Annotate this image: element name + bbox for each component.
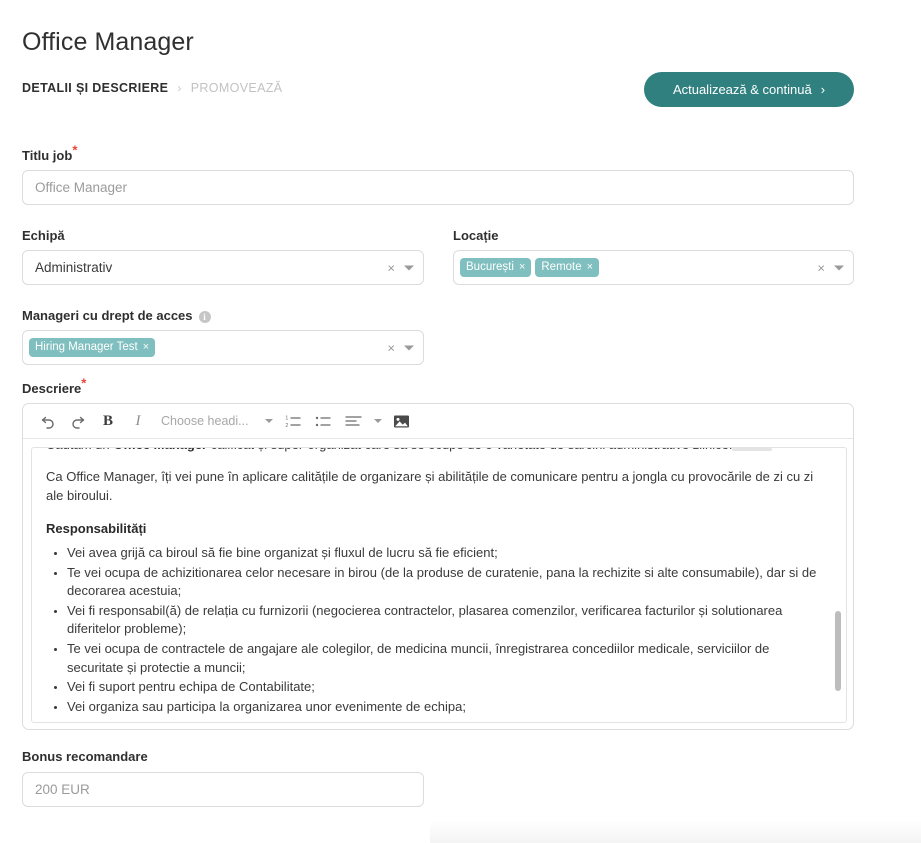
job-title-label-text: Titlu job [22, 148, 73, 163]
managers-tags: Hiring Manager Test × [23, 338, 156, 357]
list-item: Vei fi responsabil(ă) de relația cu furn… [67, 602, 818, 639]
managers-label-text: Manageri cu drept de acces [22, 308, 193, 323]
team-label-text: Echipă [22, 228, 65, 243]
remove-tag-icon[interactable]: × [519, 261, 525, 273]
clear-icon[interactable]: × [387, 341, 395, 354]
svg-text:1: 1 [285, 415, 288, 421]
description-content: Căutăm un Office Manager calificat și su… [32, 448, 832, 717]
clear-icon[interactable]: × [387, 261, 395, 274]
location-label: Locație [453, 228, 499, 243]
required-marker: * [81, 375, 87, 391]
managers-select[interactable]: Hiring Manager Test × × [22, 330, 424, 365]
job-title-label: Titlu job* [22, 144, 77, 163]
responsibilities-list: Vei avea grijă ca biroul să fie bine org… [46, 544, 818, 716]
undo-icon[interactable] [33, 408, 63, 434]
bullet-list-icon[interactable] [309, 408, 339, 434]
remove-tag-icon[interactable]: × [143, 341, 149, 353]
bonus-label: Bonus recomandare [22, 749, 148, 764]
italic-icon[interactable]: I [123, 408, 153, 434]
caret-down-icon[interactable] [404, 265, 414, 270]
team-label: Echipă [22, 228, 65, 243]
location-adornments: × [817, 261, 844, 274]
bonus-label-text: Bonus recomandare [22, 749, 148, 764]
remove-tag-icon[interactable]: × [587, 261, 593, 273]
manager-tag-label: Hiring Manager Test [35, 341, 138, 353]
list-item: Te vei ocupa de achizitionarea celor nec… [67, 564, 818, 601]
update-and-continue-button[interactable]: Actualizează & continuă › [644, 72, 854, 107]
responsibilities-heading: Responsabilități [46, 521, 147, 536]
location-label-text: Locație [453, 228, 499, 243]
breadcrumb: DETALII ȘI DESCRIERE › PROMOVEAZĂ [22, 81, 282, 95]
editor-toolbar: B I Choose headi... 1 2 [23, 404, 853, 439]
managers-label: Manageri cu drept de acces i [22, 308, 211, 323]
image-icon[interactable] [387, 408, 417, 434]
redo-icon[interactable] [63, 408, 93, 434]
para1-bold: Office Manager [113, 448, 207, 452]
info-icon[interactable]: i [198, 310, 211, 323]
list-item: Vei fi suport pentru echipa de Contabili… [67, 678, 818, 697]
location-tag[interactable]: București × [460, 258, 532, 277]
update-and-continue-label: Actualizează & continuă [672, 82, 812, 97]
bonus-placeholder: 200 EUR [35, 782, 90, 797]
list-item: Vei avea grijă ca biroul să fie bine org… [67, 544, 818, 563]
location-select[interactable]: București × Remote × × [453, 250, 854, 285]
description-label: Descriere* [22, 377, 86, 396]
bottom-gradient [430, 820, 921, 843]
list-item: Te vei ocupa de contractele de angajare … [67, 640, 818, 677]
heading-select-label: Choose headi... [161, 414, 249, 428]
bold-icon[interactable]: B [93, 408, 123, 434]
description-content-area[interactable]: Căutăm un Office Manager calificat și su… [31, 447, 847, 723]
chevron-down-icon[interactable] [369, 408, 387, 434]
team-value: Administrativ [35, 260, 113, 275]
breadcrumb-step-promote[interactable]: PROMOVEAZĂ [191, 81, 283, 95]
breadcrumb-step-details[interactable]: DETALII ȘI DESCRIERE [22, 81, 168, 95]
chevron-down-icon [264, 419, 273, 423]
team-adornments: × [387, 261, 414, 274]
svg-text:2: 2 [285, 422, 288, 428]
job-title-input[interactable]: Office Manager [22, 170, 854, 205]
para1-post: calificat și super-organizat care să se … [207, 448, 733, 452]
location-tag-label: Remote [541, 261, 582, 273]
job-title-placeholder: Office Manager [35, 180, 128, 195]
page-title: Office Manager [22, 28, 194, 56]
team-select[interactable]: Administrativ × [22, 250, 424, 285]
chevron-right-icon: › [177, 81, 182, 95]
location-tags: București × Remote × [454, 258, 600, 277]
description-editor[interactable]: B I Choose headi... 1 2 Ca Office Manage… [22, 403, 854, 730]
description-paragraph: Căutăm un Office Manager calificat și su… [46, 448, 818, 454]
caret-down-icon[interactable] [404, 345, 414, 350]
align-left-icon[interactable] [339, 408, 369, 434]
clear-icon[interactable]: × [817, 261, 825, 274]
managers-adornments: × [387, 341, 414, 354]
caret-down-icon[interactable] [834, 265, 844, 270]
bonus-input[interactable]: 200 EUR [22, 772, 424, 807]
manager-tag[interactable]: Hiring Manager Test × [29, 338, 156, 357]
required-marker: * [72, 142, 78, 158]
chevron-right-icon: › [820, 82, 826, 97]
heading-select[interactable]: Choose headi... [161, 414, 273, 428]
location-tag-label: București [466, 261, 514, 273]
location-tag[interactable]: Remote × [535, 258, 600, 277]
vertical-scrollbar-thumb[interactable] [835, 611, 841, 691]
para1-pre: Căutăm un [46, 448, 113, 452]
description-paragraph: Ca Office Manager, îți vei pune în aplic… [46, 469, 814, 503]
vertical-scrollbar-track[interactable] [835, 451, 844, 721]
list-item: Vei organiza sau participa la organizare… [67, 698, 818, 717]
description-label-text: Descriere [22, 381, 82, 396]
job-edit-page: Office Manager DETALII ȘI DESCRIERE › PR… [0, 0, 921, 843]
ordered-list-icon[interactable]: 1 2 [279, 408, 309, 434]
